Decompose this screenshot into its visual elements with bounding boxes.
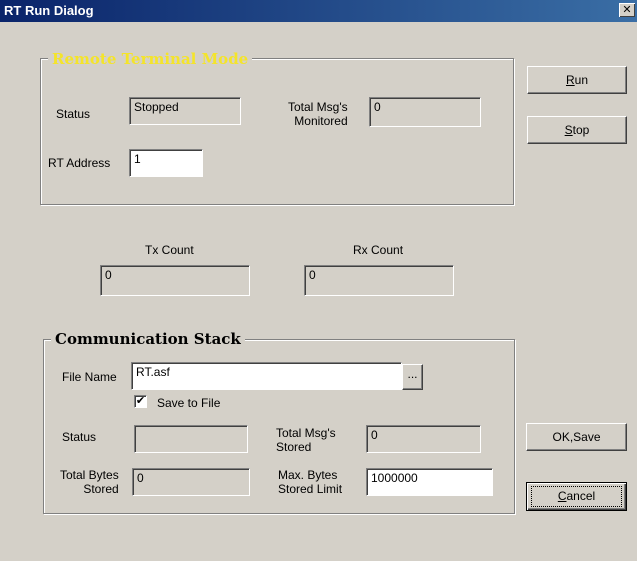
checkmark-icon: ✔ xyxy=(135,395,146,407)
save-to-file-label[interactable]: Save to File xyxy=(157,396,220,410)
rt-total-msgs-label: Total Msg's Monitored xyxy=(288,100,348,128)
run-button-label: un xyxy=(574,73,589,87)
remote-terminal-group xyxy=(40,58,514,205)
cancel-button-label: ancel xyxy=(566,489,596,503)
title-bar[interactable]: RT Run Dialog ✕ xyxy=(0,0,637,22)
tx-count-field: 0 xyxy=(100,265,250,296)
rt-status-field: Stopped xyxy=(129,97,241,125)
communication-stack-legend-box: Communication Stack xyxy=(51,330,245,348)
stack-total-msgs-field: 0 xyxy=(366,425,481,453)
rt-address-label: RT Address xyxy=(48,156,111,170)
ok-save-button[interactable]: OK,Save xyxy=(526,423,627,451)
browse-button[interactable]: ... xyxy=(402,364,423,390)
remote-terminal-legend-box: Remote Terminal Mode xyxy=(48,50,253,68)
max-bytes-label-line1: Max. Bytes xyxy=(278,468,338,482)
max-bytes-input[interactable]: 1000000 xyxy=(366,468,493,496)
file-name-label: File Name xyxy=(62,370,117,384)
rt-total-msgs-field: 0 xyxy=(369,97,481,127)
stop-button-label: top xyxy=(572,123,590,137)
stack-status-label: Status xyxy=(62,430,97,444)
cancel-focus-rect: Cancel xyxy=(531,486,622,507)
file-name-input[interactable]: RT.asf xyxy=(131,362,402,390)
communication-stack-legend: Communication Stack xyxy=(55,330,241,348)
total-bytes-field: 0 xyxy=(132,468,250,496)
stop-button[interactable]: Stop xyxy=(527,116,627,144)
stack-status-field xyxy=(134,425,248,453)
close-icon[interactable]: ✕ xyxy=(619,3,635,17)
rt-status-label: Status xyxy=(56,107,91,121)
max-bytes-label-line2: Stored Limit xyxy=(278,482,343,496)
run-button[interactable]: Run xyxy=(527,66,627,94)
total-bytes-label-line1: Total Bytes xyxy=(60,468,119,482)
rt-total-msgs-label-line2: Monitored xyxy=(294,114,348,128)
stack-total-msgs-label-line1: Total Msg's xyxy=(276,426,336,440)
total-bytes-label: Total Bytes Stored xyxy=(60,468,119,496)
rx-count-label: Rx Count xyxy=(353,243,404,257)
rx-count-field: 0 xyxy=(304,265,454,296)
stack-total-msgs-label: Total Msg's Stored xyxy=(276,426,336,454)
rt-total-msgs-label-line1: Total Msg's xyxy=(288,100,348,114)
tx-count-label: Tx Count xyxy=(145,243,194,257)
cancel-button[interactable]: Cancel xyxy=(526,482,627,511)
stop-button-mnemonic: S xyxy=(564,123,573,137)
run-button-mnemonic: R xyxy=(565,73,575,87)
window-title: RT Run Dialog xyxy=(4,3,94,18)
max-bytes-label: Max. Bytes Stored Limit xyxy=(278,468,342,496)
save-to-file-checkbox[interactable]: ✔ xyxy=(134,395,147,408)
stack-total-msgs-label-line2: Stored xyxy=(276,440,312,454)
total-bytes-label-line2: Stored xyxy=(83,482,119,496)
remote-terminal-legend: Remote Terminal Mode xyxy=(52,50,249,68)
rt-address-input[interactable]: 1 xyxy=(129,149,203,177)
